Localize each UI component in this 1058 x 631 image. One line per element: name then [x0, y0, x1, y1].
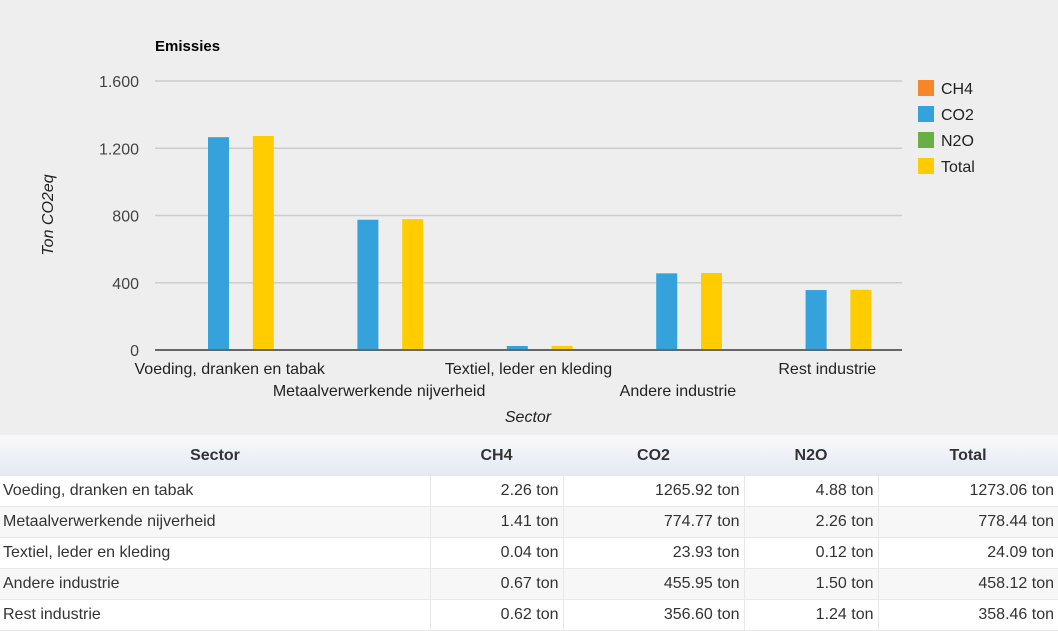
legend-item-co2[interactable]: CO2 — [918, 106, 974, 124]
table-body: Voeding, dranken en tabak2.26 ton1265.92… — [0, 476, 1058, 631]
sector-cell: Voeding, dranken en tabak — [0, 476, 430, 507]
value-cell-ch4: 1.41 ton — [430, 507, 563, 538]
bar-co2[interactable] — [656, 273, 677, 350]
value-cell-co2: 774.77 ton — [563, 507, 744, 538]
value-cell-total: 458.12 ton — [878, 569, 1058, 600]
value-cell-total: 778.44 ton — [878, 507, 1058, 538]
x-axis-category-labels: Voeding, dranken en tabak Metaalverwerken… — [135, 361, 877, 400]
column-header-total[interactable]: Total — [878, 435, 1058, 476]
value-cell-n2o: 2.26 ton — [744, 507, 878, 538]
legend-swatch — [918, 132, 934, 148]
y-tick-label: 1.200 — [99, 141, 139, 158]
chart-title: Emissies — [155, 38, 220, 55]
legend-item-total[interactable]: Total — [918, 158, 975, 176]
table-row: Textiel, leder en kleding0.04 ton23.93 t… — [0, 538, 1058, 569]
x-tick-label: Andere industrie — [620, 383, 737, 400]
legend-swatch — [918, 158, 934, 174]
data-table: SectorCH4CO2N2OTotal Voeding, dranken en… — [0, 435, 1058, 631]
sector-cell: Textiel, leder en kleding — [0, 538, 430, 569]
x-tick-label: Voeding, dranken en tabak — [135, 361, 326, 378]
value-cell-n2o: 1.50 ton — [744, 569, 878, 600]
bar-co2[interactable] — [357, 220, 378, 350]
value-cell-ch4: 0.62 ton — [430, 600, 563, 631]
sector-cell: Metaalverwerkende nijverheid — [0, 507, 430, 538]
legend-label: Total — [941, 159, 975, 176]
y-tick-label: 400 — [112, 276, 139, 293]
bar-total[interactable] — [701, 273, 722, 350]
y-tick-label: 0 — [130, 343, 139, 360]
sector-cell: Andere industrie — [0, 569, 430, 600]
sector-cell: Rest industrie — [0, 600, 430, 631]
value-cell-co2: 455.95 ton — [563, 569, 744, 600]
table-row: Rest industrie0.62 ton356.60 ton1.24 ton… — [0, 600, 1058, 631]
legend-label: CH4 — [941, 81, 973, 98]
x-tick-label: Textiel, leder en kleding — [445, 361, 612, 378]
value-cell-ch4: 2.26 ton — [430, 476, 563, 507]
x-axis-title: Sector — [505, 409, 552, 426]
value-cell-n2o: 0.12 ton — [744, 538, 878, 569]
legend-swatch — [918, 80, 934, 96]
bar-co2[interactable] — [208, 137, 229, 350]
x-tick-label: Rest industrie — [778, 361, 876, 378]
legend-item-ch4[interactable]: CH4 — [918, 80, 973, 98]
table-row: Voeding, dranken en tabak2.26 ton1265.92… — [0, 476, 1058, 507]
table-header-row: SectorCH4CO2N2OTotal — [0, 435, 1058, 476]
column-header-co2[interactable]: CO2 — [563, 435, 744, 476]
value-cell-total: 1273.06 ton — [878, 476, 1058, 507]
chart-area: Emissies 0 400 800 1.200 1.600 Voeding, dran… — [0, 0, 1058, 435]
table-row: Metaalverwerkende nijverheid1.41 ton774.… — [0, 507, 1058, 538]
legend: CH4 CO2 N2O Total — [918, 80, 975, 176]
value-cell-co2: 23.93 ton — [563, 538, 744, 569]
bar-total[interactable] — [253, 136, 274, 350]
bar-total[interactable] — [402, 219, 423, 350]
bar-total[interactable] — [850, 290, 871, 350]
bar-co2[interactable] — [806, 290, 827, 350]
table-row: Andere industrie0.67 ton455.95 ton1.50 t… — [0, 569, 1058, 600]
column-header-sector[interactable]: Sector — [0, 435, 430, 476]
column-header-n2o[interactable]: N2O — [744, 435, 878, 476]
y-tick-label: 1.600 — [99, 74, 139, 91]
legend-label: N2O — [941, 133, 974, 150]
y-axis-ticks: 0 400 800 1.200 1.600 — [99, 74, 139, 360]
value-cell-total: 358.46 ton — [878, 600, 1058, 631]
legend-swatch — [918, 106, 934, 122]
y-axis-title: Ton CO2eq — [40, 174, 57, 255]
legend-label: CO2 — [941, 107, 974, 124]
value-cell-n2o: 4.88 ton — [744, 476, 878, 507]
value-cell-total: 24.09 ton — [878, 538, 1058, 569]
value-cell-ch4: 0.67 ton — [430, 569, 563, 600]
legend-item-n2o[interactable]: N2O — [918, 132, 974, 150]
column-header-ch4[interactable]: CH4 — [430, 435, 563, 476]
value-cell-co2: 356.60 ton — [563, 600, 744, 631]
bars — [186, 136, 872, 350]
y-tick-label: 800 — [112, 209, 139, 226]
bar-chart: Emissies 0 400 800 1.200 1.600 Voeding, dran… — [0, 0, 1058, 435]
x-tick-label: Metaalverwerkende nijverheid — [273, 383, 486, 400]
value-cell-co2: 1265.92 ton — [563, 476, 744, 507]
value-cell-n2o: 1.24 ton — [744, 600, 878, 631]
value-cell-ch4: 0.04 ton — [430, 538, 563, 569]
